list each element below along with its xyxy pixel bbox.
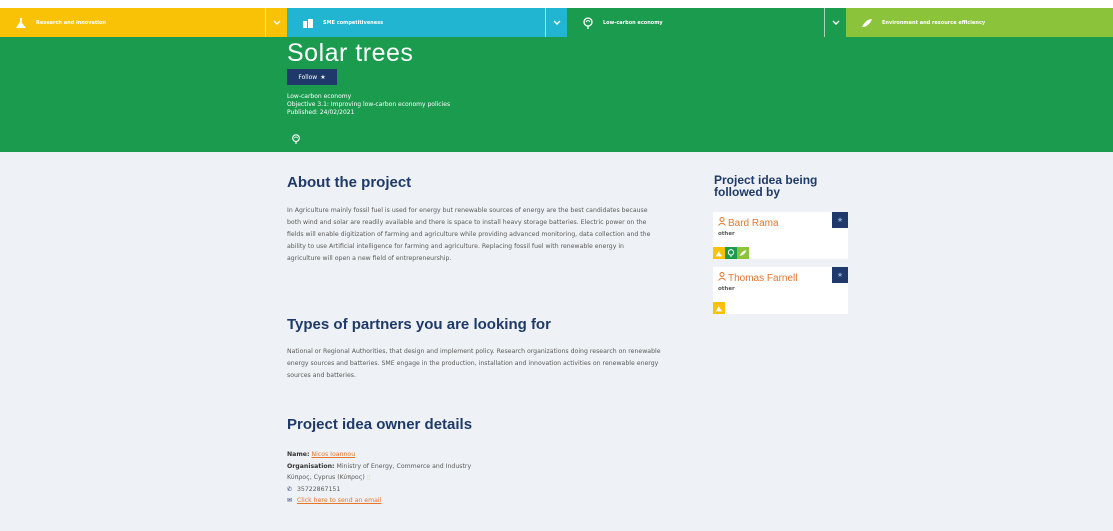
send-email-link[interactable]: Click here to send an email <box>297 497 381 504</box>
follower-name-row: Bard Rama <box>718 217 779 229</box>
follower-card[interactable]: ★ Bard Rama other <box>713 212 848 259</box>
owner-org: Ministry of Energy, Commerce and Industr… <box>336 462 472 470</box>
project-hero: Solar trees Follow ★ Low-carbon economy … <box>0 37 1113 152</box>
envelope-icon: ✉ <box>287 497 293 504</box>
phone-icon: ✆ <box>287 485 293 493</box>
follow-button[interactable]: Follow ★ <box>287 69 337 85</box>
project-objective: Objective 3.1: Improving low-carbon econ… <box>287 101 451 108</box>
owner-phone-row: ✆ 35722867151 <box>287 484 471 496</box>
owner-org-row: Organisation: Ministry of Energy, Commer… <box>287 461 471 473</box>
owner-name-label: Name: <box>287 451 310 458</box>
research-icon <box>713 247 725 259</box>
theme-label: Low-carbon economy <box>603 19 663 26</box>
partners-text: National or Regional Authorities, that d… <box>287 348 661 379</box>
project-meta: Low-carbon economy Objective 3.1: Improv… <box>287 93 450 117</box>
user-icon <box>718 217 726 229</box>
star-icon[interactable]: ★ <box>832 212 848 228</box>
theme-tab-environment[interactable]: Environment and resource efficiency <box>846 8 1113 37</box>
theme-label: Research and innovation <box>36 19 106 26</box>
research-icon <box>14 16 28 30</box>
owner-phone: 35722867151 <box>296 485 341 493</box>
star-icon[interactable]: ★ <box>832 267 848 283</box>
owner-name-row: Name: Nicos Ioannou <box>287 449 471 461</box>
top-strip <box>0 0 1113 8</box>
research-icon <box>713 302 725 314</box>
chevron-down-icon[interactable] <box>265 8 287 37</box>
follower-theme-badges <box>713 247 749 259</box>
owner-name-link[interactable]: Nicos Ioannou <box>311 451 355 458</box>
user-icon <box>718 272 726 284</box>
follower-card[interactable]: ★ Thomas Farnell other <box>713 267 848 314</box>
environment-icon <box>860 16 874 30</box>
follower-name-row: Thomas Farnell <box>718 272 797 284</box>
project-published-date: Published: 24/02/2021 <box>287 109 355 116</box>
owner-details: Name: Nicos Ioannou Organisation: Minist… <box>287 449 471 507</box>
owner-email-row: ✉ Click here to send an email <box>287 495 471 507</box>
chevron-down-icon[interactable] <box>545 8 567 37</box>
chevron-down-icon[interactable] <box>824 8 846 37</box>
about-heading: About the project <box>287 174 412 191</box>
theme-nav-bar: Research and innovation SME competitiven… <box>0 8 1113 37</box>
leaf-globe-icon <box>725 247 737 259</box>
theme-label: Environment and resource efficiency <box>882 19 986 26</box>
environment-icon <box>737 247 749 259</box>
about-text: In Agriculture mainly fossil fuel is use… <box>287 207 651 262</box>
follow-label: Follow <box>298 73 318 81</box>
owner-heading: Project idea owner details <box>287 416 473 433</box>
partners-heading: Types of partners you are looking for <box>287 316 551 333</box>
flag-icon: ▯ <box>366 474 371 481</box>
owner-location-row: Κύπρος, Cyprus (Κύπρος) ▯ <box>287 472 471 484</box>
followers-heading: Project idea being followed by <box>714 173 818 199</box>
project-theme: Low-carbon economy <box>287 93 352 100</box>
leaf-globe-icon <box>581 16 595 30</box>
leaf-globe-icon <box>291 129 301 144</box>
follower-role: other <box>718 231 735 237</box>
page-title: Solar trees <box>287 39 414 67</box>
follower-theme-badges <box>713 302 725 314</box>
follower-name-link[interactable]: Thomas Farnell <box>728 273 797 284</box>
theme-tab-sme[interactable]: SME competitiveness <box>287 8 567 37</box>
owner-org-label: Organisation: <box>287 462 335 470</box>
star-icon: ★ <box>320 73 326 81</box>
sme-icon <box>301 16 315 30</box>
follower-role: other <box>718 286 735 292</box>
theme-label: SME competitiveness <box>323 19 384 26</box>
theme-tab-research[interactable]: Research and innovation <box>0 8 287 37</box>
owner-location: Κύπρος, Cyprus (Κύπρος) <box>287 474 365 481</box>
follower-name-link[interactable]: Bard Rama <box>728 218 779 229</box>
theme-tab-low-carbon[interactable]: Low-carbon economy <box>567 8 846 37</box>
